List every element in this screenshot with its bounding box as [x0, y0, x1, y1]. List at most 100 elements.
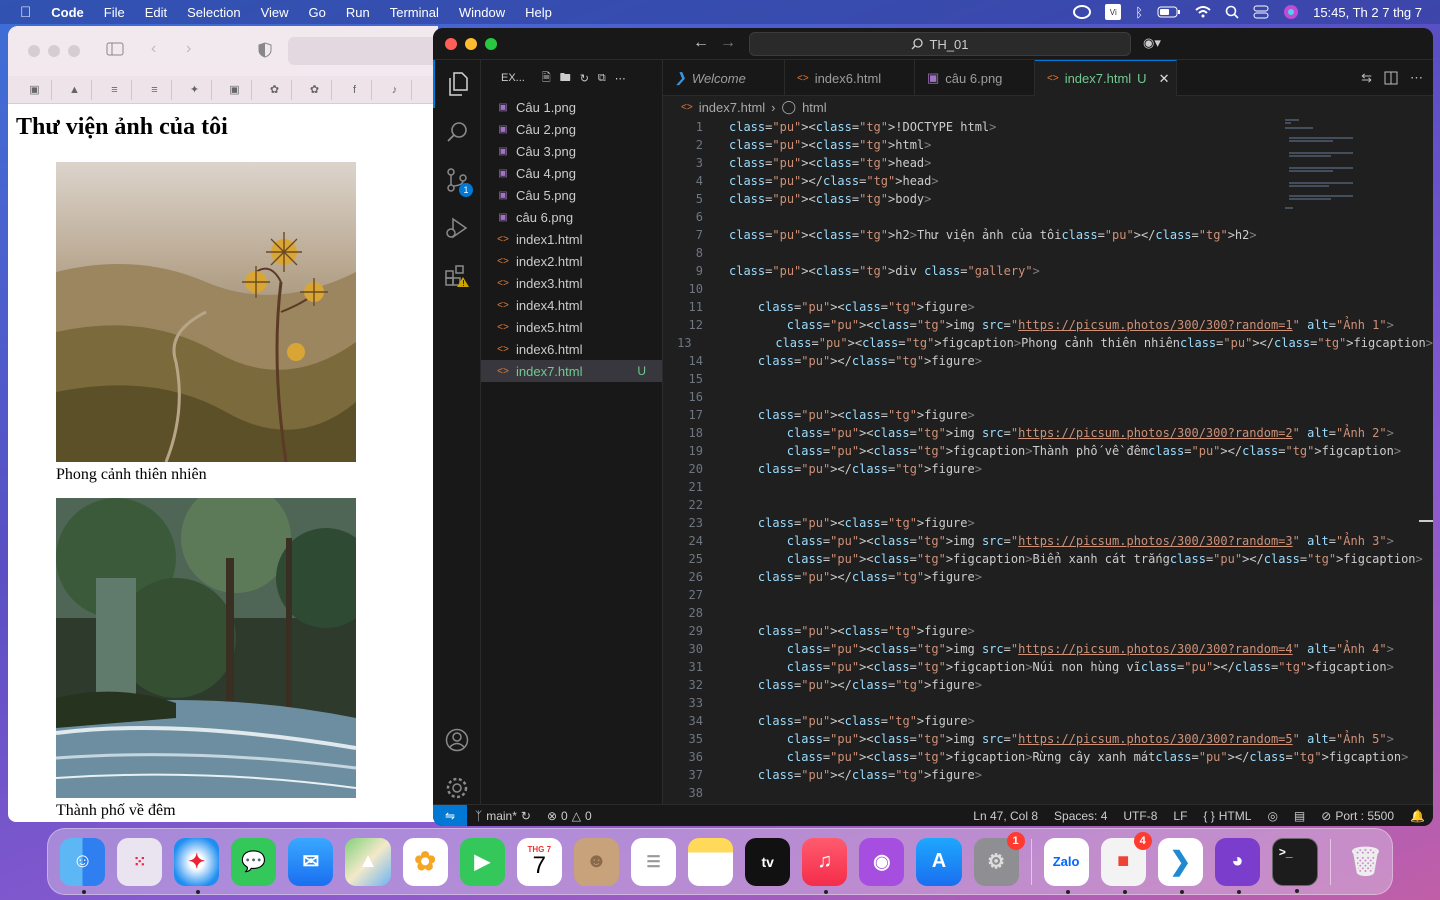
- scrollbar-thumb[interactable]: [1419, 520, 1433, 522]
- explorer-file-item[interactable]: <> index1.html: [481, 228, 662, 250]
- run-debug-icon[interactable]: [433, 204, 481, 252]
- favorite-doc-icon[interactable]: ≡: [98, 79, 132, 100]
- system-settings-icon[interactable]: ⚙ 1: [973, 831, 1025, 886]
- explorer-file-item[interactable]: ▣ Câu 5.png: [481, 184, 662, 206]
- more-actions-icon[interactable]: ⋯: [1410, 70, 1423, 86]
- safari-icon[interactable]: ✦: [174, 837, 220, 894]
- favorite-bird-icon[interactable]: ✿: [298, 79, 332, 100]
- end-of-line[interactable]: LF: [1165, 809, 1195, 823]
- apple-tv-icon[interactable]: tv: [745, 837, 791, 886]
- encoding[interactable]: UTF-8: [1115, 809, 1165, 823]
- minimize-window-button[interactable]: [465, 38, 477, 50]
- code-line[interactable]: 25 class="pu"><class="tg">figcaption>Biể…: [663, 550, 1433, 568]
- terminal-icon[interactable]: >_: [1271, 837, 1318, 893]
- copilot-status-icon[interactable]: ◎: [1259, 809, 1285, 823]
- menu-help[interactable]: Help: [515, 5, 562, 20]
- code-line[interactable]: 33: [663, 694, 1433, 712]
- refresh-icon[interactable]: ↻: [580, 72, 589, 85]
- menu-go[interactable]: Go: [299, 5, 336, 20]
- collapse-all-icon[interactable]: ⧉: [598, 72, 606, 85]
- explorer-file-item[interactable]: <> index6.html: [481, 338, 662, 360]
- more-actions-icon[interactable]: ⋯: [615, 72, 626, 85]
- minimize-window-button[interactable]: [48, 45, 60, 57]
- contacts-icon[interactable]: ☻: [573, 837, 619, 886]
- vscode-icon[interactable]: ❯: [1157, 837, 1203, 894]
- problems-indicator[interactable]: ⊗ 0 △ 0: [539, 809, 600, 823]
- explorer-file-item[interactable]: <> index5.html: [481, 316, 662, 338]
- code-line[interactable]: 31 class="pu"><class="tg">figcaption>Núi…: [663, 658, 1433, 676]
- code-line[interactable]: 9 class="pu"><class="tg">div class="galle…: [663, 262, 1433, 280]
- code-line[interactable]: 32 class="pu"></class="tg">figure>: [663, 676, 1433, 694]
- creative-cloud-icon[interactable]: [1073, 5, 1092, 19]
- copilot-icon[interactable]: ◉▾: [1143, 35, 1161, 51]
- favorite-doc-icon[interactable]: ≡: [138, 79, 172, 100]
- split-editor-icon[interactable]: [1384, 71, 1398, 85]
- code-line[interactable]: 18 class="pu"><class="tg">img src="https…: [663, 424, 1433, 442]
- code-line[interactable]: 8: [663, 244, 1433, 262]
- tab-cau6-png[interactable]: ▣ câu 6.png: [915, 60, 1035, 96]
- tab-index7[interactable]: <> index7.html U ✕: [1035, 60, 1177, 96]
- menu-file[interactable]: File: [94, 5, 135, 20]
- new-file-icon[interactable]: 🗎: [542, 69, 551, 88]
- minimap[interactable]: [1283, 118, 1353, 218]
- code-line[interactable]: 29 class="pu"><class="tg">figure>: [663, 622, 1433, 640]
- facetime-icon[interactable]: ▶: [459, 837, 505, 886]
- code-line[interactable]: 12 class="pu"><class="tg">img src="https…: [663, 316, 1433, 334]
- explorer-file-item[interactable]: ▣ Câu 2.png: [481, 118, 662, 140]
- close-tab-icon[interactable]: ✕: [1159, 71, 1170, 87]
- close-window-button[interactable]: [445, 38, 457, 50]
- code-line[interactable]: 11 class="pu"><class="tg">figure>: [663, 298, 1433, 316]
- source-control-icon[interactable]: 1: [433, 156, 481, 204]
- code-line[interactable]: 14 class="pu"></class="tg">figure>: [663, 352, 1433, 370]
- breadcrumb-file[interactable]: index7.html: [699, 100, 765, 115]
- sidebar-icon[interactable]: [106, 42, 124, 56]
- explorer-file-item[interactable]: <> index7.html U: [481, 360, 662, 382]
- menu-view[interactable]: View: [251, 5, 299, 20]
- zoom-window-button[interactable]: [68, 45, 80, 57]
- explorer-icon[interactable]: [433, 60, 481, 108]
- explorer-file-item[interactable]: ▣ câu 6.png: [481, 206, 662, 228]
- code-line[interactable]: 15: [663, 370, 1433, 388]
- menu-edit[interactable]: Edit: [135, 5, 177, 20]
- code-line[interactable]: 10: [663, 280, 1433, 298]
- mail-icon[interactable]: ✉: [288, 837, 334, 886]
- code-line[interactable]: 34 class="pu"><class="tg">figure>: [663, 712, 1433, 730]
- maps-icon[interactable]: ▲: [345, 837, 391, 886]
- explorer-file-item[interactable]: <> index3.html: [481, 272, 662, 294]
- code-line[interactable]: 22: [663, 496, 1433, 514]
- apple-icon[interactable]: : [0, 4, 41, 21]
- reminders-icon[interactable]: ☰: [630, 837, 677, 886]
- new-folder-icon[interactable]: 🖿: [560, 69, 571, 88]
- photos-icon[interactable]: ✿: [402, 837, 448, 886]
- search-icon[interactable]: [433, 108, 481, 156]
- tab-index6[interactable]: <> index6.html: [785, 60, 915, 96]
- live-server-port[interactable]: ⊘ Port : 5500: [1313, 809, 1402, 823]
- facebook-icon[interactable]: f: [338, 79, 372, 100]
- language-mode[interactable]: { } HTML: [1195, 809, 1259, 823]
- address-bar[interactable]: [288, 37, 438, 65]
- spotlight-search-icon[interactable]: [1225, 5, 1239, 19]
- zoom-window-button[interactable]: [485, 38, 497, 50]
- code-line[interactable]: 35 class="pu"><class="tg">img src="https…: [663, 730, 1433, 748]
- calendar-icon[interactable]: THG 7 7: [516, 837, 562, 886]
- remote-indicator-icon[interactable]: ⇋: [433, 804, 467, 826]
- clock[interactable]: 15:45, Th 2 7 thg 7: [1313, 5, 1422, 20]
- favorite-1-icon[interactable]: ▣: [218, 79, 252, 100]
- explorer-file-item[interactable]: ▣ Câu 3.png: [481, 140, 662, 162]
- explorer-file-item[interactable]: <> index2.html: [481, 250, 662, 272]
- notes-icon[interactable]: [688, 837, 734, 886]
- zalo-icon[interactable]: Zalo: [1043, 837, 1089, 894]
- code-line[interactable]: 36 class="pu"><class="tg">figcaption>Rừn…: [663, 748, 1433, 766]
- siri-icon[interactable]: [1283, 4, 1299, 20]
- battery-icon[interactable]: [1157, 6, 1181, 18]
- layout-icon[interactable]: ▤: [1286, 809, 1313, 823]
- tiktok-icon[interactable]: ♪: [378, 79, 412, 100]
- indentation[interactable]: Spaces: 4: [1046, 809, 1115, 823]
- trash-icon[interactable]: 🗑: [1343, 838, 1388, 886]
- code-line[interactable]: 28: [663, 604, 1433, 622]
- explorer-file-item[interactable]: ▣ Câu 4.png: [481, 162, 662, 184]
- close-window-button[interactable]: [28, 45, 40, 57]
- microsoft-office-icon[interactable]: ■ 4: [1100, 831, 1152, 894]
- code-line[interactable]: 20 class="pu"></class="tg">figure>: [663, 460, 1433, 478]
- app-store-icon[interactable]: A: [916, 837, 962, 886]
